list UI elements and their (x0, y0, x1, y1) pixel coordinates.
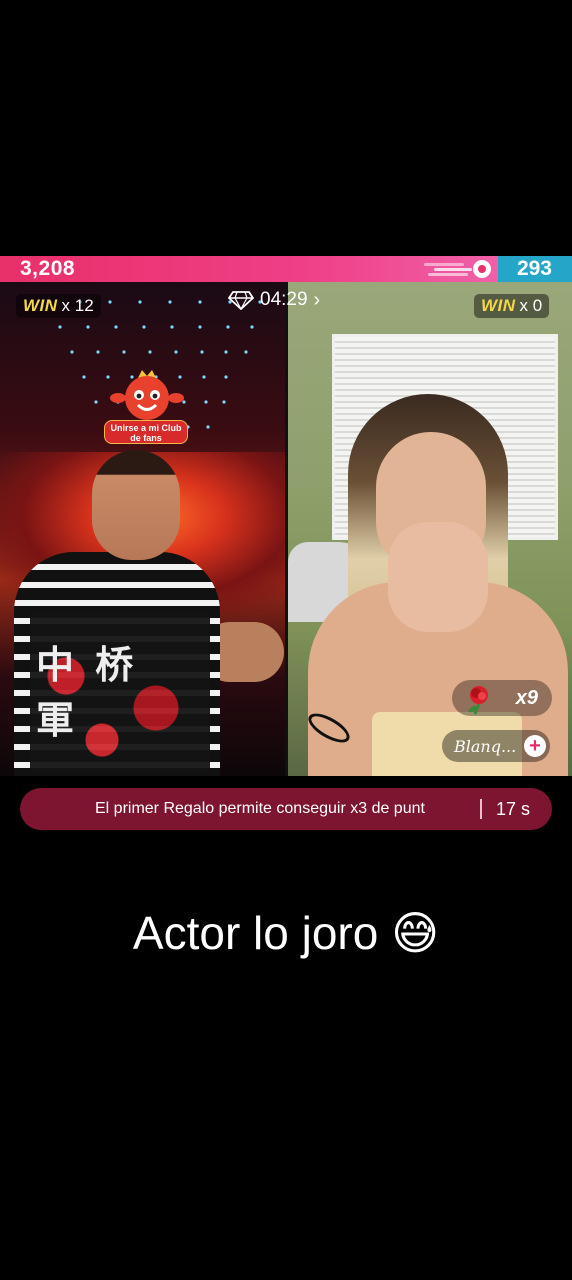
banner-separator (480, 799, 482, 819)
streak-icon (424, 260, 491, 278)
win-label: WIN (481, 296, 516, 315)
win-label: WIN (23, 296, 58, 315)
video-caption: Actor lo joro 😅 (132, 907, 440, 959)
host-hands (388, 522, 488, 632)
gift-count: x9 (515, 686, 538, 709)
battle-timer[interactable]: 04:29 › (228, 288, 320, 312)
right-win-streak: WIN x 0 (474, 294, 550, 318)
left-score: 3,208 (20, 257, 76, 280)
rose-icon (468, 686, 488, 715)
host-head (92, 450, 180, 560)
timer-value: 04:29 (260, 289, 308, 310)
win-count: x 0 (519, 296, 543, 315)
left-host-video[interactable]: 中 桥 軍 (0, 282, 285, 776)
win-count: x 12 (61, 296, 94, 315)
gift-sender-name: Blanq... (454, 736, 517, 756)
gift-bonus-banner: El primer Regalo permite conseguir x3 de… (20, 788, 552, 830)
banner-countdown: 17 s (496, 798, 531, 819)
left-win-streak: WIN x 12 (16, 294, 101, 318)
chevron-right-icon: › (313, 288, 321, 311)
shirt-print: 中 桥 軍 (36, 643, 138, 742)
diamond-icon (228, 291, 254, 310)
fan-club-button[interactable]: Unirse a mi Club de fans (104, 420, 188, 444)
plus-icon[interactable]: + (524, 735, 546, 757)
right-score: 293 (516, 257, 552, 280)
banner-text: El primer Regalo permite conseguir x3 de… (95, 800, 425, 817)
